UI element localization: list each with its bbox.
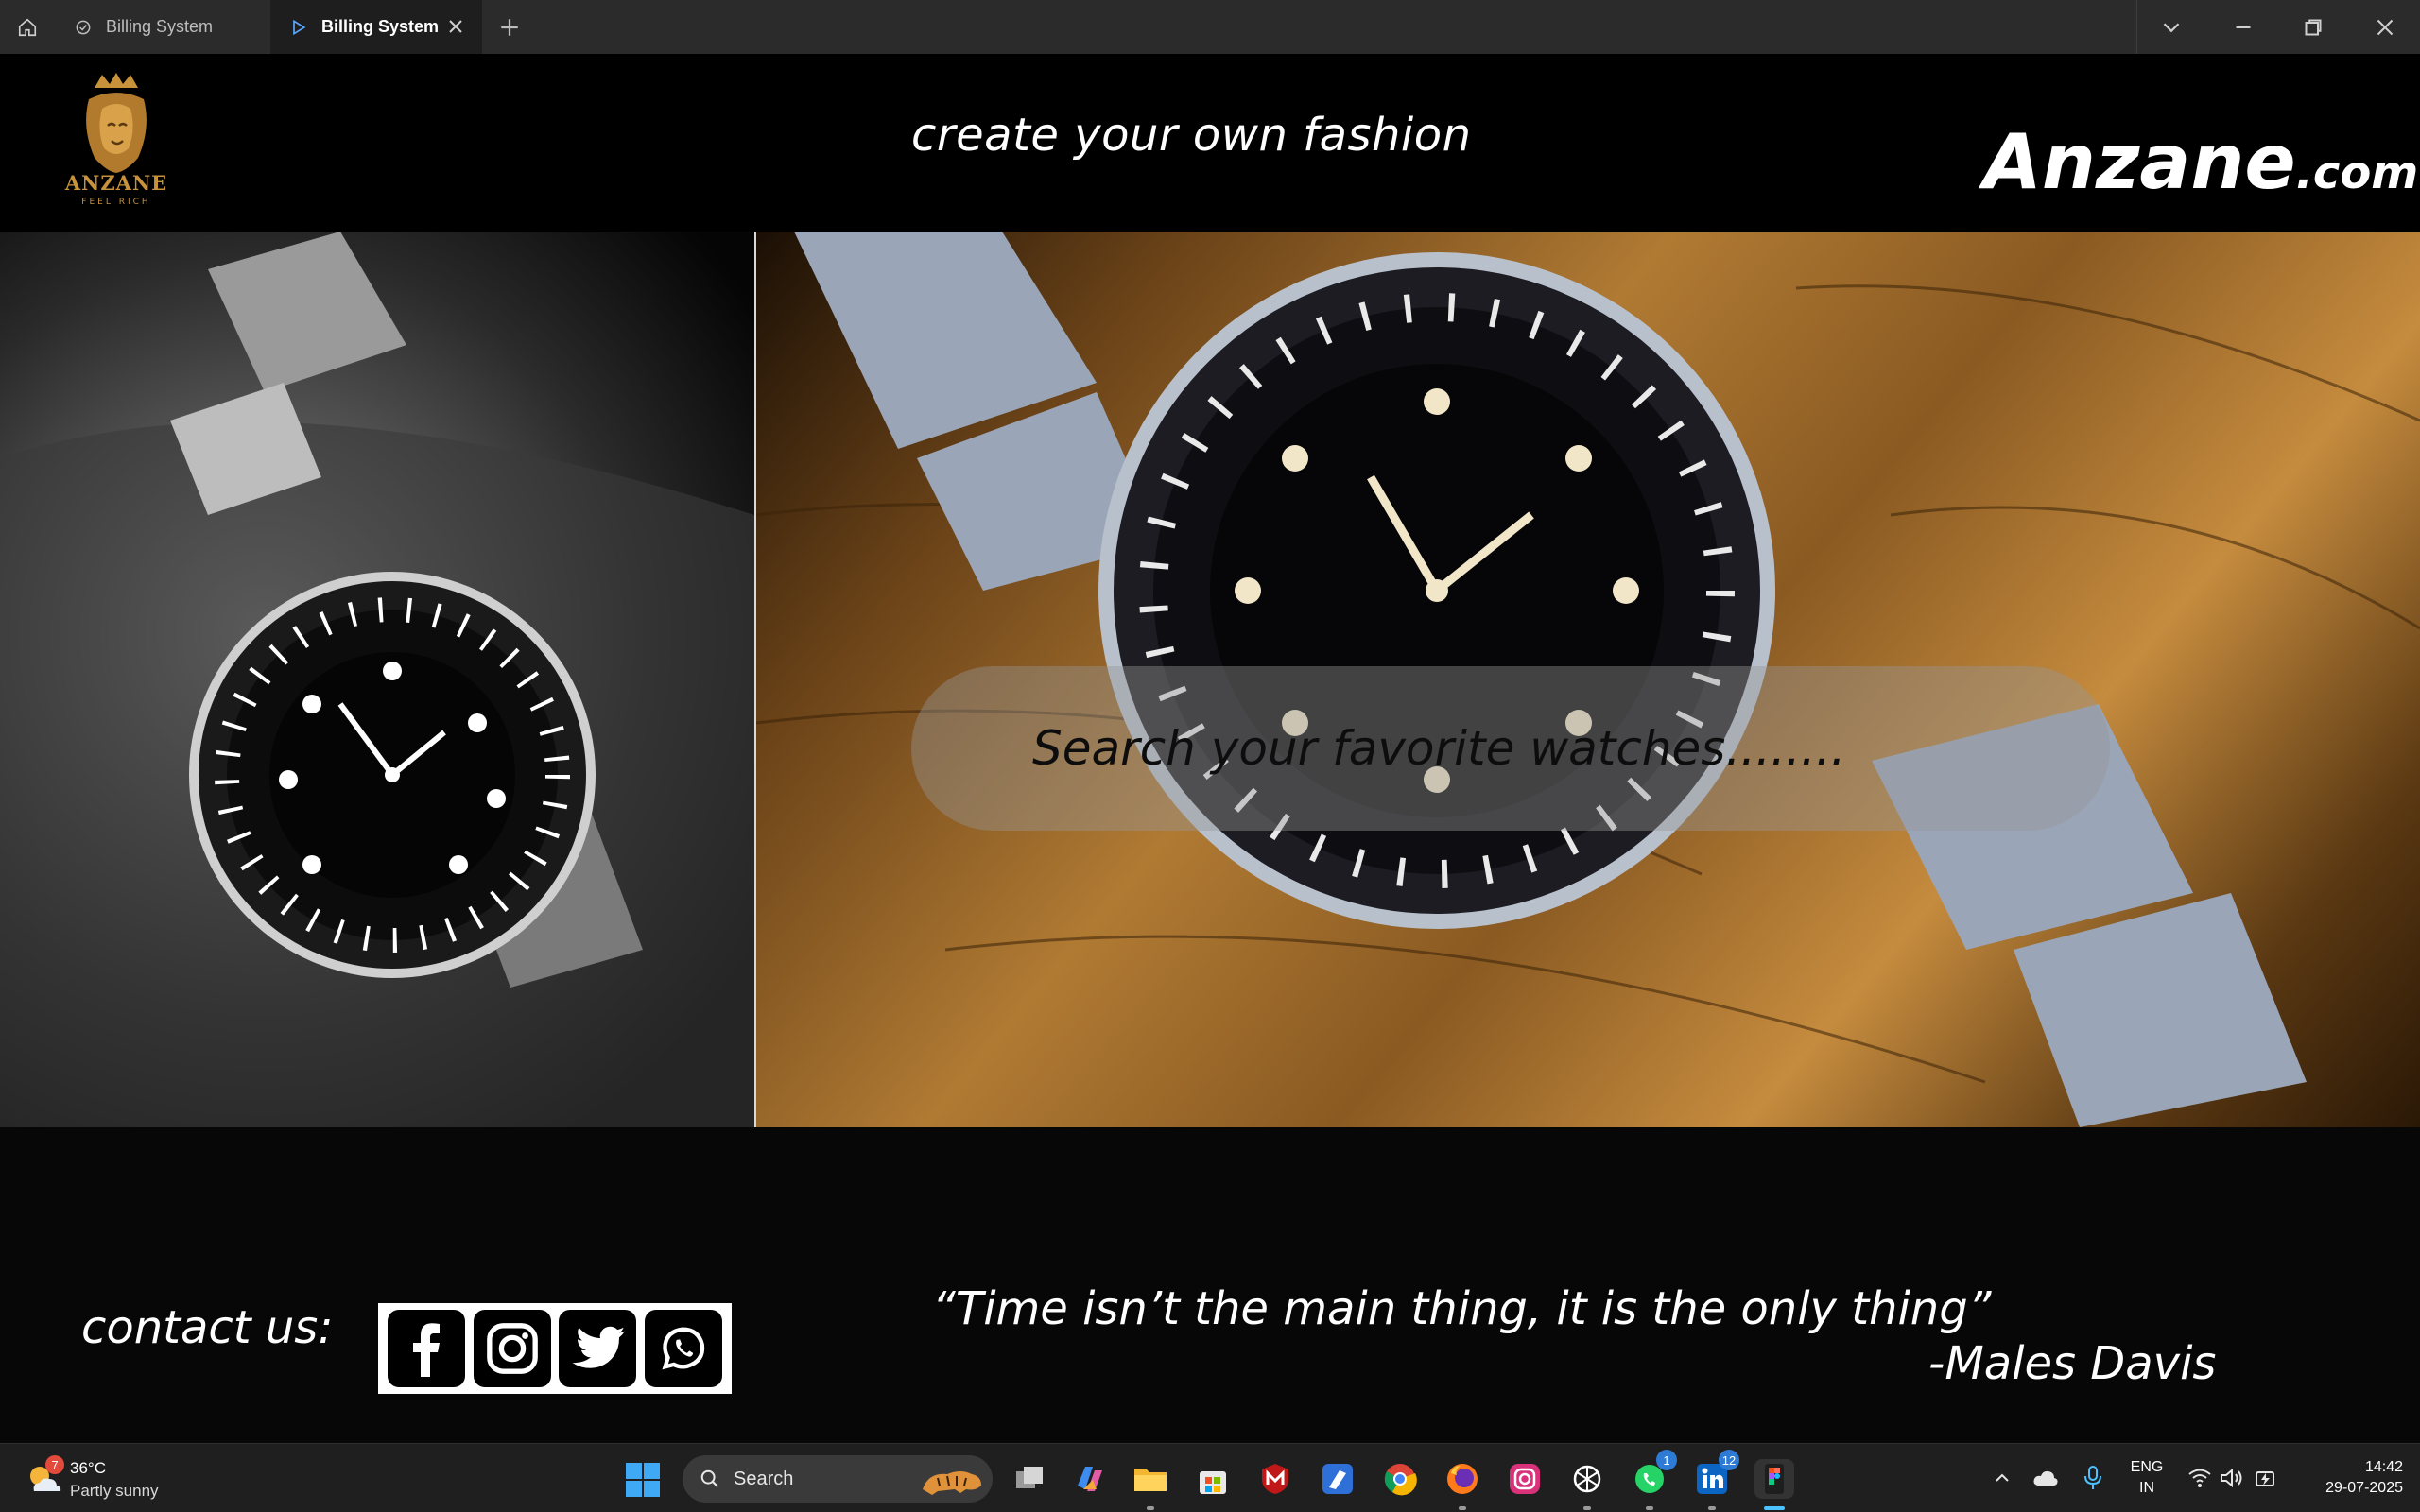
weather-widget[interactable]: 7 36°C Partly sunny — [23, 1453, 212, 1504]
minimize-icon[interactable] — [2229, 13, 2257, 42]
store-icon — [1200, 1471, 1226, 1494]
pen-app-icon — [1322, 1464, 1353, 1494]
folder-icon — [1134, 1469, 1167, 1491]
facebook-link[interactable] — [388, 1310, 466, 1387]
tab-label: Billing System — [321, 17, 440, 36]
task-view-icon — [1016, 1467, 1043, 1488]
running-indicator — [1583, 1506, 1591, 1510]
linkedin-badge: 12 — [1719, 1450, 1739, 1470]
wifi-icon[interactable] — [2187, 1467, 2212, 1489]
whatsapp-badge: 1 — [1656, 1450, 1677, 1470]
brand-name[interactable]: Anzane.com — [1983, 118, 2418, 206]
logo-text: ANZANE — [64, 171, 168, 195]
search-highlight-tiger-icon — [923, 1471, 981, 1495]
twitter-icon — [572, 1326, 626, 1368]
figma-icon — [1765, 1464, 1784, 1494]
windows-icon — [626, 1463, 660, 1497]
footer-quote: “Time isn’t the main thing, it is the on… — [932, 1282, 1992, 1335]
clock-date: 29-07-2025 — [2325, 1480, 2403, 1496]
region-code: IN — [2139, 1480, 2154, 1496]
brand-main: Anzane — [1983, 118, 2296, 206]
window-titlebar: Billing System Billing System — [0, 0, 2420, 54]
close-window-icon[interactable] — [2371, 13, 2399, 42]
contact-label: contact us: — [81, 1301, 334, 1354]
play-icon — [293, 19, 306, 35]
taskbar-chrome[interactable] — [1380, 1459, 1420, 1499]
search-icon — [700, 1469, 719, 1488]
taskbar: 7 36°C Partly sunny Search 1 12 ENG IN 1… — [0, 1443, 2420, 1512]
taskbar-store[interactable] — [1193, 1459, 1233, 1499]
cloud-icon[interactable] — [2032, 1467, 2059, 1489]
site-header: ANZANE FEEL RICH create your own fashion… — [0, 54, 2420, 232]
instagram-link[interactable] — [473, 1310, 551, 1387]
taskbar-instagram[interactable] — [1505, 1459, 1545, 1499]
tab-label: Billing System — [106, 17, 214, 36]
logo-subtext: FEEL RICH — [81, 198, 151, 207]
chevron-down-icon[interactable] — [2157, 13, 2186, 42]
hero-banner — [0, 232, 2420, 1127]
weather-temperature: 36°C — [70, 1459, 106, 1477]
titlebar-divider — [2136, 0, 2137, 54]
home-button[interactable] — [0, 0, 55, 54]
quote-author: -Males Davis — [1928, 1337, 2217, 1390]
clock-time: 14:42 — [2364, 1459, 2403, 1475]
taskbar-pen-app[interactable] — [1318, 1459, 1357, 1499]
chrome-icon — [1384, 1464, 1417, 1496]
whatsapp-link[interactable] — [644, 1310, 722, 1387]
whatsapp-icon — [662, 1327, 704, 1370]
language-code: ENG — [2130, 1459, 2164, 1475]
restore-icon[interactable] — [2299, 13, 2327, 42]
tab-billing-system-2[interactable]: Billing System — [270, 0, 482, 54]
chevron-up-icon[interactable] — [1991, 1467, 2014, 1489]
hero-watch-photo-bw — [0, 232, 754, 1127]
app-window: ANZANE FEEL RICH create your own fashion… — [0, 54, 2420, 1443]
active-indicator — [1764, 1506, 1785, 1510]
social-links — [378, 1303, 732, 1394]
microphone-icon[interactable] — [2082, 1465, 2104, 1491]
lion-crown-icon — [86, 73, 147, 173]
search-bar[interactable] — [911, 666, 2110, 831]
facebook-icon — [413, 1323, 441, 1377]
taskbar-search[interactable]: Search — [683, 1455, 993, 1503]
taskbar-task-view[interactable] — [1010, 1459, 1049, 1499]
close-tab-icon[interactable] — [444, 15, 467, 38]
taskbar-copilot[interactable] — [1070, 1459, 1110, 1499]
volume-icon[interactable] — [2220, 1467, 2244, 1489]
taskbar-file-explorer[interactable] — [1131, 1459, 1170, 1510]
running-indicator — [1459, 1506, 1466, 1510]
running-indicator — [1147, 1506, 1154, 1510]
system-clock[interactable]: 14:42 29-07-2025 — [2297, 1457, 2403, 1499]
instagram-app-icon — [1510, 1464, 1540, 1494]
search-label: Search — [734, 1468, 794, 1489]
copilot-icon — [1078, 1467, 1102, 1491]
brand-suffix: .com — [2295, 146, 2419, 199]
twitter-link[interactable] — [559, 1310, 637, 1387]
brand-logo[interactable]: ANZANE FEEL RICH — [60, 71, 172, 213]
weather-badge: 7 — [45, 1455, 64, 1474]
taskbar-whatsapp[interactable]: 1 — [1630, 1450, 1677, 1510]
start-button[interactable] — [624, 1461, 662, 1499]
chatgpt-icon — [1573, 1465, 1601, 1493]
running-indicator — [1708, 1506, 1716, 1510]
site-footer: contact us: “Time isn’t the main thing, … — [0, 1127, 2420, 1443]
page-tagline: create your own fashion — [911, 109, 1472, 162]
watch-bw-image — [0, 232, 754, 1127]
taskbar-firefox[interactable] — [1443, 1459, 1482, 1510]
battery-charging-icon[interactable] — [2254, 1465, 2280, 1491]
tab-billing-system-1[interactable]: Billing System — [57, 0, 268, 54]
app-tab-icon — [76, 20, 91, 34]
taskbar-figma[interactable] — [1754, 1459, 1794, 1510]
taskbar-mcafee[interactable] — [1255, 1459, 1295, 1499]
running-indicator — [1646, 1506, 1653, 1510]
search-input[interactable] — [1032, 721, 2072, 776]
weather-condition: Partly sunny — [70, 1482, 159, 1500]
new-tab-icon[interactable] — [495, 13, 524, 42]
taskbar-linkedin[interactable]: 12 — [1692, 1450, 1739, 1510]
firefox-icon — [1447, 1464, 1478, 1494]
instagram-icon — [486, 1323, 538, 1374]
taskbar-chatgpt[interactable] — [1567, 1459, 1607, 1510]
home-icon — [18, 18, 37, 36]
language-indicator[interactable]: ENG IN — [2127, 1457, 2167, 1499]
shield-icon — [1262, 1464, 1288, 1494]
